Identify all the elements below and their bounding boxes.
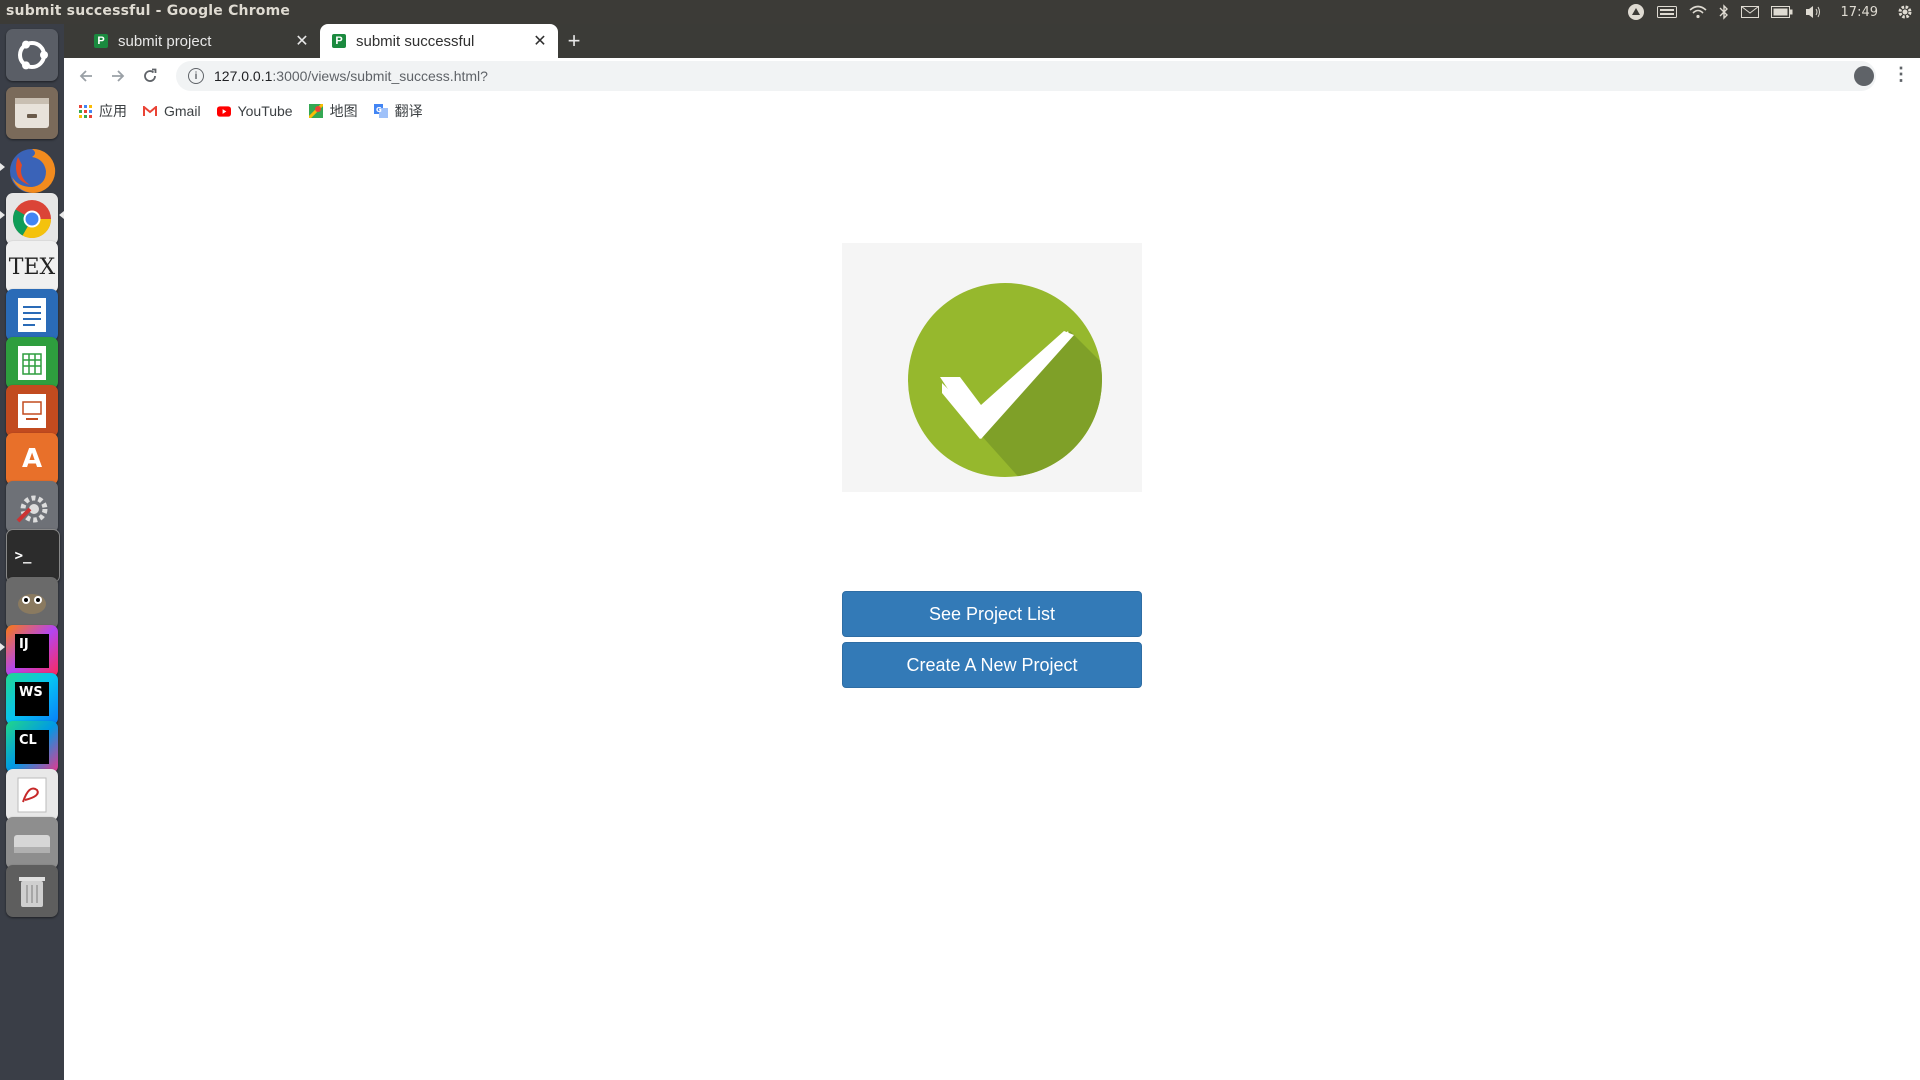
bookmark-youtube[interactable]: YouTube xyxy=(216,103,293,119)
svg-text:G: G xyxy=(376,106,382,114)
ubuntu-one-icon[interactable] xyxy=(1627,0,1645,24)
launcher-files[interactable] xyxy=(6,87,58,139)
texworks-icon: TEX xyxy=(8,254,56,280)
wrench-gear-icon xyxy=(16,495,48,523)
chrome-icon xyxy=(12,200,52,239)
launcher-disk[interactable] xyxy=(6,817,58,869)
address-bar[interactable]: i 127.0.0.1:3000/views/submit_success.ht… xyxy=(176,61,1876,91)
tab-submit-project[interactable]: P submit project ✕ xyxy=(82,24,320,58)
bookmark-gmail[interactable]: Gmail xyxy=(143,103,201,119)
window-title: submit successful - Google Chrome xyxy=(6,3,291,19)
gimp-icon xyxy=(18,594,46,614)
launcher-clion[interactable]: CL xyxy=(6,721,58,773)
trash-icon xyxy=(19,877,45,907)
bookmark-label: 地图 xyxy=(329,103,358,119)
terminal-prompt-icon: >_ xyxy=(14,548,32,564)
youtube-icon xyxy=(216,104,231,118)
launcher-firefox[interactable] xyxy=(6,145,58,197)
webstorm-icon: WS xyxy=(15,682,49,716)
system-tray: 17:49 xyxy=(1621,0,1920,24)
url-path: :3000/views/submit_success.html? xyxy=(272,68,488,84)
tab-title: submit successful xyxy=(356,32,475,50)
volume-icon[interactable] xyxy=(1805,0,1823,24)
tab-submit-successful[interactable]: P submit successful ✕ xyxy=(320,24,558,58)
create-new-project-button[interactable]: Create A New Project xyxy=(842,642,1142,688)
bookmark-maps[interactable]: 地图 xyxy=(308,101,358,121)
launcher-trash[interactable] xyxy=(6,865,58,917)
bookmark-apps[interactable]: 应用 xyxy=(78,101,127,121)
launcher-webstorm[interactable]: WS xyxy=(6,673,58,725)
shopping-bag-icon: A xyxy=(21,444,43,474)
ubuntu-logo-icon xyxy=(18,40,48,70)
bookmarks-bar: 应用 Gmail YouTube 地图 G 翻译 xyxy=(64,94,1920,129)
calc-sheet-icon xyxy=(18,346,46,380)
launcher-ubuntu-dash[interactable] xyxy=(6,29,58,81)
clion-icon: CL xyxy=(15,730,49,764)
site-info-icon[interactable]: i xyxy=(188,68,204,84)
tab-strip: P submit project ✕ P submit successful ✕… xyxy=(64,24,1920,58)
checkmark-circle-icon xyxy=(908,283,1102,477)
tab-favicon: P xyxy=(94,34,108,48)
tab-title: submit project xyxy=(118,32,212,50)
tab-favicon: P xyxy=(332,34,346,48)
apps-grid-icon xyxy=(78,104,92,118)
launcher-writer[interactable] xyxy=(6,289,58,341)
launcher-impress[interactable] xyxy=(6,385,58,437)
file-cabinet-icon xyxy=(15,98,49,128)
translate-icon: G xyxy=(373,104,388,118)
top-panel: submit successful - Google Chrome 17:49 xyxy=(0,0,1920,24)
bookmark-translate[interactable]: G 翻译 xyxy=(373,101,423,121)
wifi-icon[interactable] xyxy=(1689,0,1707,24)
launcher-software-center[interactable]: A xyxy=(6,433,58,485)
profile-avatar-icon[interactable] xyxy=(1854,66,1874,86)
impress-slide-icon xyxy=(18,394,46,428)
bookmark-label: YouTube xyxy=(237,103,293,119)
bluetooth-icon[interactable] xyxy=(1719,0,1729,24)
battery-icon[interactable] xyxy=(1770,0,1793,24)
browser-toolbar: i 127.0.0.1:3000/views/submit_success.ht… xyxy=(64,58,1920,94)
firefox-icon xyxy=(10,148,56,193)
launcher-gimp[interactable] xyxy=(6,577,58,629)
gmail-icon xyxy=(143,104,157,118)
pdf-document-icon xyxy=(17,777,47,813)
keyboard-icon[interactable] xyxy=(1656,0,1677,24)
see-project-list-button[interactable]: See Project List xyxy=(842,591,1142,637)
mail-icon[interactable] xyxy=(1740,0,1759,24)
forward-arrow-icon[interactable] xyxy=(102,60,134,92)
maps-icon xyxy=(308,104,323,118)
url-host: 127.0.0.1 xyxy=(214,68,273,84)
close-tab-icon[interactable]: ✕ xyxy=(530,31,550,51)
launcher-calc[interactable] xyxy=(6,337,58,389)
settings-gear-icon[interactable] xyxy=(1896,0,1914,24)
launcher-intellij[interactable]: IJ xyxy=(6,625,58,677)
reload-icon[interactable] xyxy=(134,60,166,92)
bookmark-label: Gmail xyxy=(164,103,201,119)
url-text[interactable]: 127.0.0.1:3000/views/submit_success.html… xyxy=(214,68,488,84)
page-content: See Project List Create A New Project xyxy=(64,128,1920,1080)
bookmark-label: 应用 xyxy=(99,103,127,119)
launcher-pdf-viewer[interactable] xyxy=(6,769,58,821)
launcher-terminal[interactable]: >_ xyxy=(6,529,60,583)
launcher-system-settings[interactable] xyxy=(6,481,58,533)
new-tab-button[interactable]: + xyxy=(558,24,590,58)
clock[interactable]: 17:49 xyxy=(1841,0,1878,24)
close-tab-icon[interactable]: ✕ xyxy=(292,31,312,51)
launcher-chrome[interactable] xyxy=(6,193,58,245)
success-image xyxy=(842,243,1142,492)
writer-doc-icon xyxy=(18,298,46,332)
intellij-icon: IJ xyxy=(15,634,49,668)
browser-window: P submit project ✕ P submit successful ✕… xyxy=(64,24,1920,129)
back-arrow-icon[interactable] xyxy=(70,60,102,92)
bookmark-label: 翻译 xyxy=(394,103,423,119)
chrome-menu-icon[interactable]: ⋮ xyxy=(1892,64,1910,85)
launcher: TEX A >_ IJ WS CL xyxy=(0,24,65,1080)
hard-disk-icon xyxy=(14,835,50,853)
launcher-texworks[interactable]: TEX xyxy=(6,241,58,293)
